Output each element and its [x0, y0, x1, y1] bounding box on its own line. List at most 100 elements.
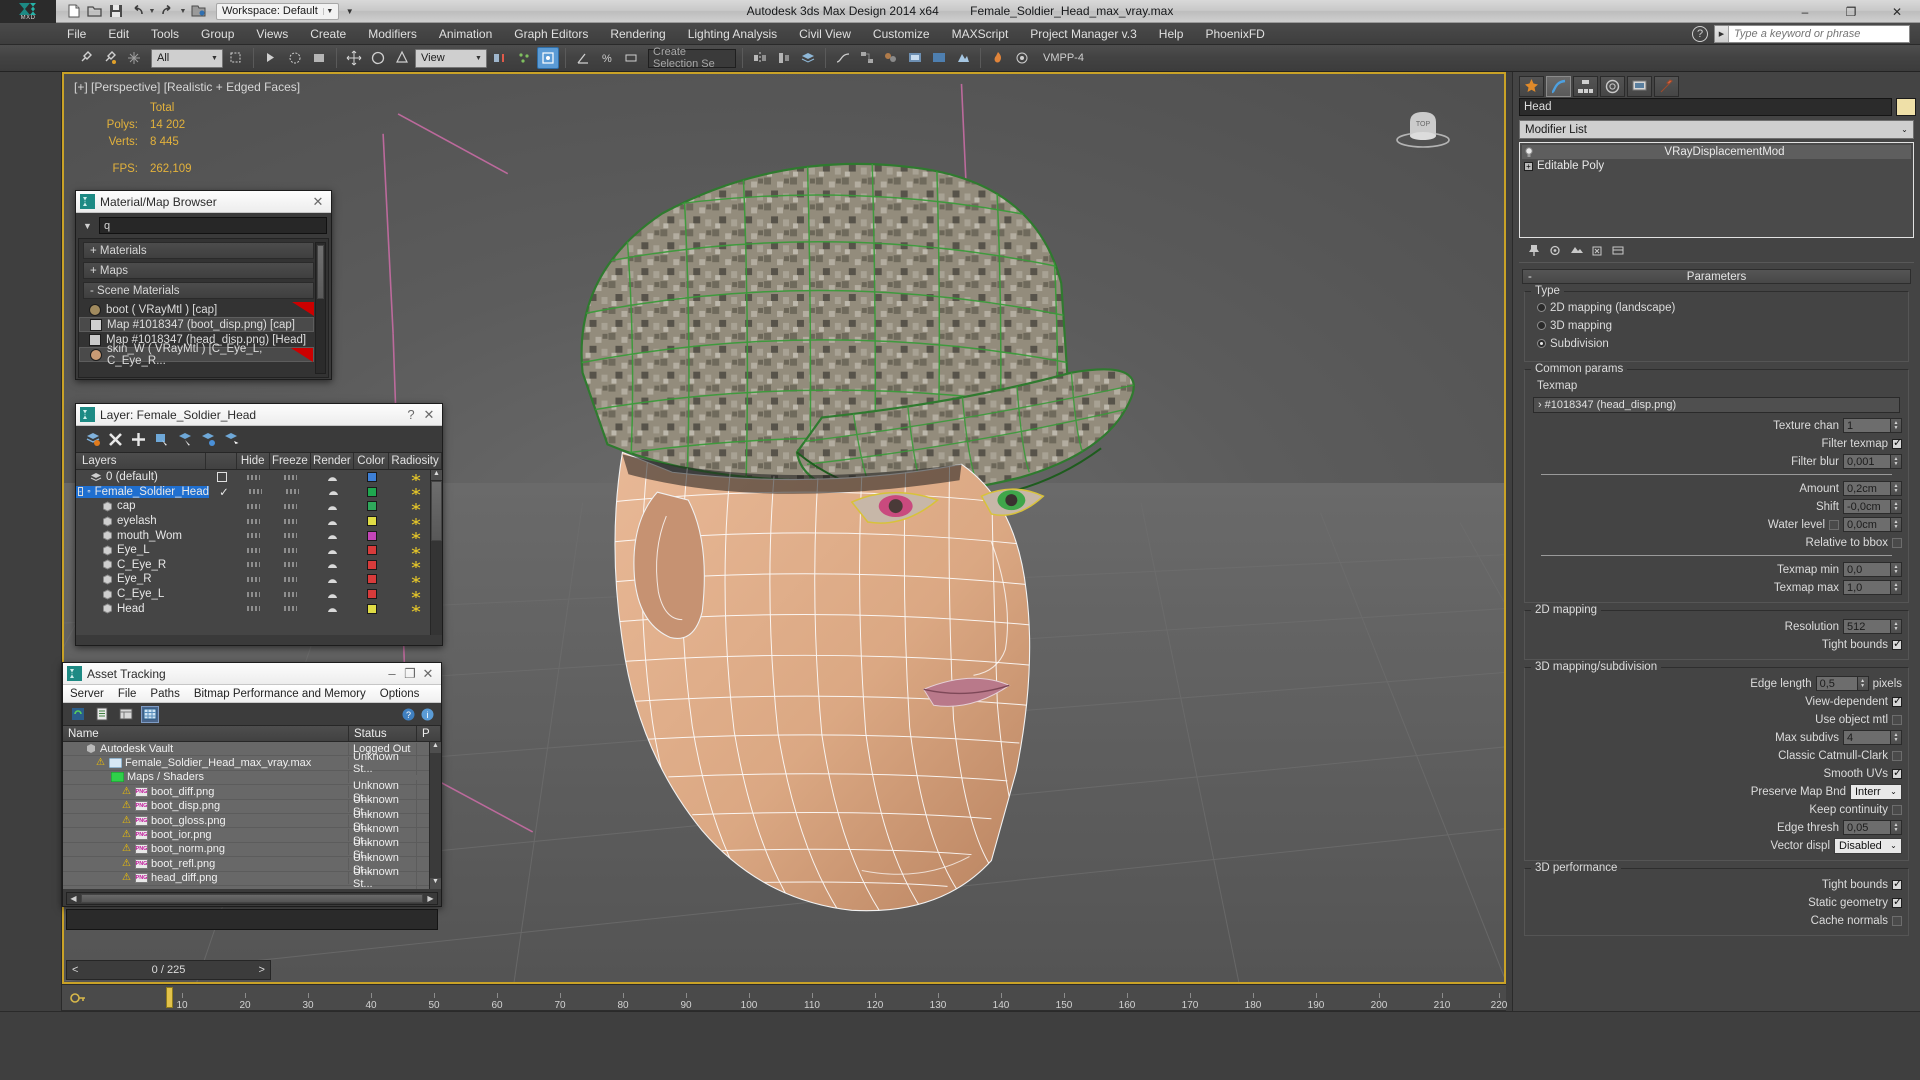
layer-row-cap[interactable]: cap [76, 499, 442, 514]
modifier-list-dropdown[interactable]: Modifier List ⌄ [1519, 120, 1914, 139]
asset-scroll-down-icon[interactable]: ▼ [430, 878, 441, 889]
redo-icon[interactable] [158, 2, 177, 21]
open-file-icon[interactable] [85, 2, 104, 21]
search-input[interactable] [1729, 28, 1909, 40]
refresh-icon[interactable] [69, 706, 87, 723]
layer-col-freeze[interactable]: Freeze [270, 453, 311, 469]
modifier-list-chevron-down-icon[interactable]: ⌄ [1896, 125, 1913, 134]
select-and-scale-icon[interactable] [391, 47, 413, 69]
asset-row-head-diff[interactable]: ⚠ PNG head_diff.png Unknown St... [63, 866, 441, 889]
reference-coordinate-system[interactable]: View ▼ [415, 48, 487, 68]
water-level-checkbox[interactable] [1829, 519, 1839, 530]
angle-snap-icon[interactable] [572, 47, 594, 69]
layer-hide-cell[interactable] [237, 474, 270, 480]
layer-row-eyelash[interactable]: eyelash [76, 514, 442, 529]
new-layer-icon[interactable] [84, 431, 101, 448]
grid-view-icon[interactable] [141, 705, 159, 723]
list-view-icon[interactable] [93, 706, 111, 723]
material-search-input[interactable] [99, 217, 327, 234]
preserve-map-bnd-dropdown[interactable]: Interr ⌄ [1850, 783, 1902, 800]
relative-bbox-checkbox[interactable] [1892, 537, 1902, 548]
layer-col-hide[interactable]: Hide [237, 453, 270, 469]
filter-funnel-icon[interactable]: ▼ [79, 217, 96, 234]
configure-sets-icon[interactable] [1609, 243, 1626, 258]
layer-manager-window[interactable]: Layer: Female_Soldier_Head ? ✕ Layers Hi… [75, 403, 443, 646]
filter-texmap-checkbox[interactable] [1892, 436, 1902, 449]
menu-project-manager[interactable]: Project Manager v.3 [1019, 24, 1148, 44]
save-file-icon[interactable] [106, 2, 125, 21]
keep-continuity-checkbox[interactable] [1892, 804, 1902, 815]
stack-item-editable-poly[interactable]: + Editable Poly [1522, 159, 1911, 173]
smooth-uvs-checkbox[interactable] [1892, 766, 1902, 779]
amount-input[interactable] [1843, 481, 1891, 496]
menu-customize[interactable]: Customize [862, 24, 941, 44]
material-entry-boot[interactable]: boot ( VRayMtl ) [cap] [79, 302, 314, 317]
material-map-browser-window[interactable]: Material/Map Browser ✕ ▼ + Materials + M… [75, 190, 332, 380]
layer-help-icon[interactable]: ? [402, 406, 420, 424]
rendered-frame-window-icon[interactable] [928, 47, 950, 69]
asset-menu-options[interactable]: Options [380, 688, 420, 700]
filter-blur-input[interactable] [1843, 454, 1891, 469]
asset-menu-file[interactable]: File [118, 688, 137, 700]
set-project-folder-icon[interactable] [189, 2, 208, 21]
use-pivot-center-icon[interactable] [489, 47, 511, 69]
layer-col-render[interactable]: Render [311, 453, 354, 469]
help-circle-icon[interactable]: ? [1692, 26, 1708, 42]
workspace-more-icon[interactable]: ▼ [341, 7, 359, 16]
layer-freeze-cell[interactable] [270, 474, 311, 480]
edge-length-input[interactable] [1815, 676, 1858, 691]
layer-color-cell[interactable] [354, 472, 389, 483]
mirror-icon[interactable] [749, 47, 771, 69]
motion-tab[interactable] [1600, 76, 1625, 97]
radio-2d-mapping-icon[interactable] [1537, 303, 1546, 312]
asset-minimize-icon[interactable]: – [383, 665, 401, 683]
phoenix-sim-icon[interactable] [987, 47, 1009, 69]
texmap-max-input[interactable] [1843, 580, 1891, 595]
layer-render-cell[interactable] [311, 472, 354, 483]
menu-edit[interactable]: Edit [97, 24, 140, 44]
select-and-move-icon[interactable] [343, 47, 365, 69]
material-browser-scrollbar[interactable] [315, 242, 326, 374]
shift-spinner[interactable]: ▲▼ [1843, 499, 1902, 514]
phoenix-props-icon[interactable] [1011, 47, 1033, 69]
asset-menu-bitmap[interactable]: Bitmap Performance and Memory [194, 688, 366, 700]
layer-row-mouth-wom[interactable]: mouth_Wom [76, 528, 442, 543]
edge-thresh-input[interactable] [1843, 820, 1891, 835]
menu-file[interactable]: File [56, 24, 97, 44]
layer-col-radiosity[interactable]: Radiosity [389, 453, 442, 469]
unlink-selection-icon[interactable] [99, 47, 121, 69]
window-crossing-icon[interactable] [308, 47, 330, 69]
menu-maxscript[interactable]: MAXScript [941, 24, 1020, 44]
detail-view-icon[interactable] [117, 706, 135, 723]
type-option-subdivision[interactable]: Subdivision [1531, 336, 1902, 351]
material-browser-list[interactable]: + Materials + Maps - Scene Materials boo… [78, 238, 329, 378]
amount-arrows-icon[interactable]: ▲ ▼ [1891, 481, 1902, 496]
menu-views[interactable]: Views [245, 24, 299, 44]
set-current-layer-icon[interactable] [222, 431, 239, 448]
asset-tracking-window[interactable]: Asset Tracking – ❐ ✕ Server File Paths B… [62, 662, 442, 930]
radio-3d-mapping-icon[interactable] [1537, 321, 1546, 330]
layer-row-female-soldier-head[interactable]: - Female_Soldier_Head ✓ [76, 485, 442, 500]
add-selection-to-layer-icon[interactable] [199, 431, 216, 448]
resolution-arrows-icon[interactable]: ▲ ▼ [1891, 619, 1902, 634]
vector-displ-dropdown[interactable]: Disabled ⌄ [1834, 837, 1902, 854]
water-level-input[interactable] [1843, 517, 1891, 532]
asset-scroll-up-icon[interactable]: ▲ [430, 742, 441, 753]
static-geometry-checkbox[interactable] [1892, 895, 1902, 908]
render-production-icon[interactable] [952, 47, 974, 69]
asset-vertical-scrollbar[interactable]: ▲ ▼ [429, 742, 441, 889]
modifier-stack[interactable]: VRayDisplacementMod + Editable Poly [1519, 142, 1914, 238]
resolution-spinner[interactable]: ▲▼ [1843, 619, 1902, 634]
frame-next-icon[interactable]: > [259, 964, 265, 976]
asset-info-icon[interactable]: i [418, 706, 436, 723]
texmap-max-spinner[interactable]: ▲▼ [1843, 580, 1902, 595]
create-tab[interactable] [1519, 76, 1544, 97]
filter-blur-spinner[interactable]: ▲▼ [1843, 454, 1902, 469]
radio-subdivision-icon[interactable] [1537, 339, 1546, 348]
key-mode-icon[interactable] [67, 988, 87, 1008]
rollout-maps[interactable]: + Maps [83, 262, 314, 279]
preserve-chevron-down-icon[interactable]: ⌄ [1886, 787, 1901, 796]
rollout-scene-materials[interactable]: - Scene Materials [83, 282, 314, 299]
parameters-rollout-header[interactable]: - Parameters [1522, 269, 1911, 284]
menu-civil-view[interactable]: Civil View [788, 24, 862, 44]
